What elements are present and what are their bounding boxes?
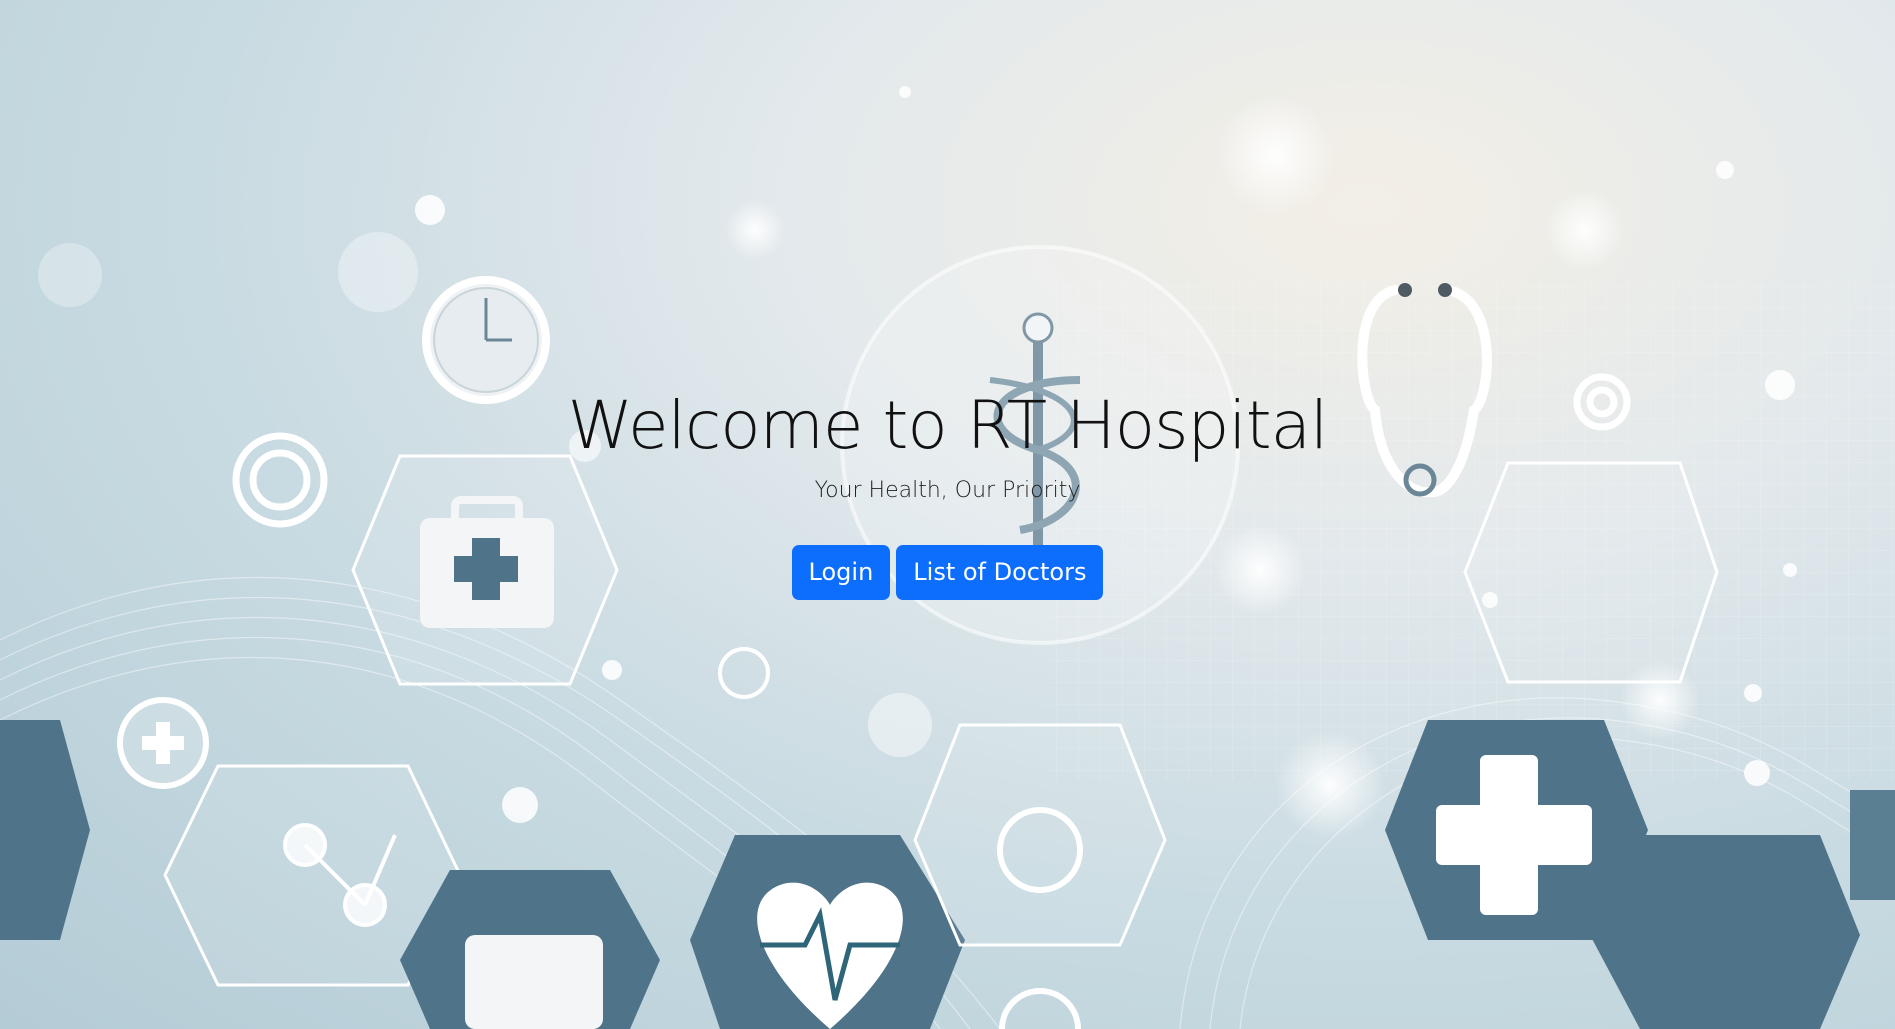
list-of-doctors-button[interactable]: List of Doctors xyxy=(896,545,1104,600)
login-button[interactable]: Login xyxy=(791,545,891,600)
page-title: Welcome to RT Hospital xyxy=(567,387,1329,464)
hero-section: Welcome to RT Hospital Your Health, Our … xyxy=(0,382,1895,600)
plus-circle-icon xyxy=(117,697,209,789)
page-subtitle: Your Health, Our Priority xyxy=(814,478,1081,503)
action-buttons: Login List of Doctors xyxy=(0,545,1895,600)
hexagon-tiles xyxy=(0,720,1895,1029)
